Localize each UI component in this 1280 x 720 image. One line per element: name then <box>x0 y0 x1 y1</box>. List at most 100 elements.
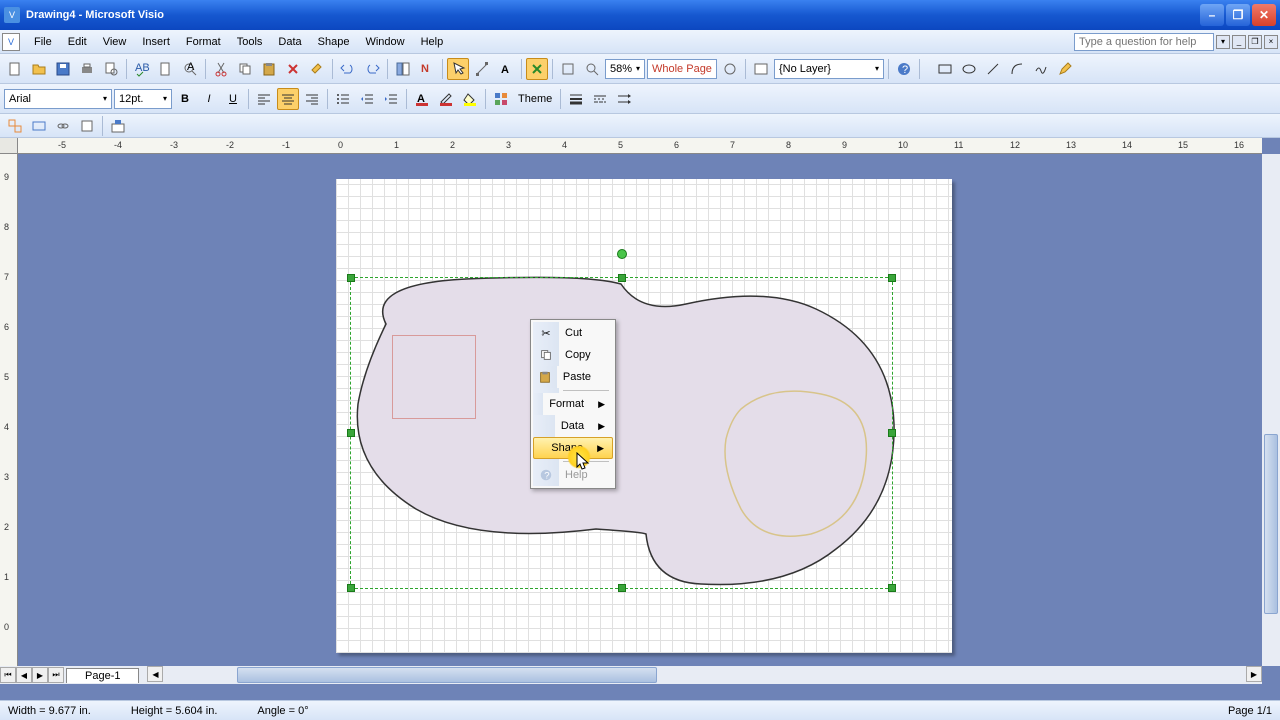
freeform-tool-button[interactable] <box>1030 58 1052 80</box>
bold-button[interactable]: B <box>174 88 196 110</box>
theme-button[interactable] <box>490 88 512 110</box>
ungroup-button[interactable] <box>4 115 26 137</box>
print-button[interactable] <box>76 58 98 80</box>
menu-help[interactable]: Help <box>413 33 452 51</box>
selection-handle-e[interactable] <box>888 429 896 437</box>
close-button[interactable]: ✕ <box>1252 4 1276 26</box>
new-button[interactable] <box>4 58 26 80</box>
selection-handle-se[interactable] <box>888 584 896 592</box>
paste-button[interactable] <box>258 58 280 80</box>
menu-shape[interactable]: Shape <box>310 33 358 51</box>
ctx-paste[interactable]: Paste <box>533 366 613 388</box>
data-graphic-button[interactable] <box>76 115 98 137</box>
redo-button[interactable] <box>361 58 383 80</box>
help-button[interactable]: ? <box>893 58 915 80</box>
bullets-button[interactable] <box>332 88 354 110</box>
prev-page-button[interactable]: ◀ <box>16 667 32 683</box>
format-painter-button[interactable] <box>306 58 328 80</box>
menu-data[interactable]: Data <box>270 33 309 51</box>
next-page-button[interactable]: ▶ <box>32 667 48 683</box>
doc-close[interactable]: × <box>1264 35 1278 49</box>
spelling-button[interactable]: ABC <box>131 58 153 80</box>
text-tool-button[interactable]: A <box>495 58 517 80</box>
underline-button[interactable]: U <box>222 88 244 110</box>
horizontal-scroll-thumb[interactable] <box>237 667 657 683</box>
selection-handle-ne[interactable] <box>888 274 896 282</box>
shapes-window-button[interactable] <box>392 58 414 80</box>
pencil-tool-button[interactable] <box>1054 58 1076 80</box>
system-menu-icon[interactable]: V <box>2 33 20 51</box>
align-right-button[interactable] <box>301 88 323 110</box>
menu-edit[interactable]: Edit <box>60 33 95 51</box>
open-button[interactable] <box>28 58 50 80</box>
undo-button[interactable] <box>337 58 359 80</box>
zoom-fit-icon[interactable] <box>719 58 741 80</box>
line-weight-button[interactable] <box>565 88 587 110</box>
menu-file[interactable]: File <box>26 33 60 51</box>
find-button[interactable]: A <box>179 58 201 80</box>
page-tab[interactable]: Page-1 <box>66 668 139 683</box>
maximize-button[interactable]: ❐ <box>1226 4 1250 26</box>
pointer-tool-button[interactable] <box>447 58 469 80</box>
line-pattern-button[interactable] <box>589 88 611 110</box>
last-page-button[interactable]: ⏭ <box>48 667 64 683</box>
ctx-format[interactable]: Format ▶ <box>533 393 613 415</box>
vertical-scrollbar[interactable] <box>1262 154 1280 666</box>
selection-handle-nw[interactable] <box>347 274 355 282</box>
whole-page-combo[interactable]: Whole Page <box>647 59 717 79</box>
connection-point-button[interactable] <box>526 58 548 80</box>
research-button[interactable] <box>155 58 177 80</box>
selection-handle-w[interactable] <box>347 429 355 437</box>
delete-button[interactable] <box>282 58 304 80</box>
doc-minimize[interactable]: _ <box>1232 35 1246 49</box>
link-data-button[interactable]: N <box>416 58 438 80</box>
horizontal-scrollbar[interactable]: ◀ ▶ <box>147 666 1262 684</box>
line-tool-button[interactable] <box>982 58 1004 80</box>
menu-format[interactable]: Format <box>178 33 229 51</box>
doc-restore[interactable]: ❐ <box>1248 35 1262 49</box>
zoom-button[interactable] <box>581 58 603 80</box>
ctx-shape[interactable]: Shape ▶ <box>533 437 613 459</box>
fill-color-button[interactable] <box>459 88 481 110</box>
link-button[interactable] <box>52 115 74 137</box>
ctx-help[interactable]: ? Help <box>533 464 613 486</box>
connector-tool-button[interactable] <box>471 58 493 80</box>
increase-indent-button[interactable] <box>380 88 402 110</box>
rectangle-tool-button[interactable] <box>934 58 956 80</box>
font-combo[interactable]: Arial▾ <box>4 89 112 109</box>
scroll-right-button[interactable]: ▶ <box>1246 666 1262 682</box>
minimize-button[interactable]: – <box>1200 4 1224 26</box>
ellipse-tool-button[interactable] <box>958 58 980 80</box>
vertical-scroll-thumb[interactable] <box>1264 434 1278 614</box>
line-color-button[interactable] <box>435 88 457 110</box>
group-button[interactable] <box>28 115 50 137</box>
font-size-combo[interactable]: 12pt.▾ <box>114 89 172 109</box>
cut-button[interactable] <box>210 58 232 80</box>
refresh-data-button[interactable] <box>107 115 129 137</box>
decrease-indent-button[interactable] <box>356 88 378 110</box>
align-center-button[interactable] <box>277 88 299 110</box>
layer-combo[interactable]: {No Layer}▾ <box>774 59 884 79</box>
drawing-explorer-button[interactable] <box>750 58 772 80</box>
actual-size-button[interactable] <box>557 58 579 80</box>
drawing-page[interactable] <box>336 179 952 653</box>
align-left-button[interactable] <box>253 88 275 110</box>
font-color-button[interactable]: A <box>411 88 433 110</box>
help-dropdown[interactable]: ▾ <box>1216 35 1230 49</box>
selection-handle-n[interactable] <box>618 274 626 282</box>
menu-tools[interactable]: Tools <box>229 33 271 51</box>
zoom-combo[interactable]: 58%▾ <box>605 59 645 79</box>
copy-button[interactable] <box>234 58 256 80</box>
ctx-data[interactable]: Data ▶ <box>533 415 613 437</box>
canvas[interactable]: ✂ Cut Copy Paste Format ▶ Data ▶ <box>18 154 1262 666</box>
rotation-handle[interactable] <box>617 249 627 259</box>
menu-window[interactable]: Window <box>357 33 412 51</box>
help-search-input[interactable] <box>1074 33 1214 51</box>
ctx-cut[interactable]: ✂ Cut <box>533 322 613 344</box>
selection-handle-sw[interactable] <box>347 584 355 592</box>
print-preview-button[interactable] <box>100 58 122 80</box>
ctx-copy[interactable]: Copy <box>533 344 613 366</box>
save-button[interactable] <box>52 58 74 80</box>
menu-insert[interactable]: Insert <box>134 33 178 51</box>
italic-button[interactable]: I <box>198 88 220 110</box>
